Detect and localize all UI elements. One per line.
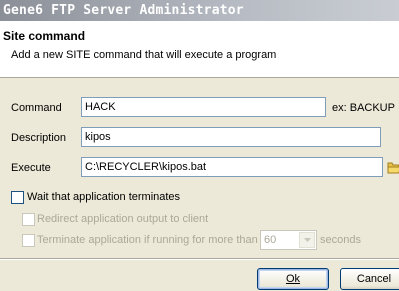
ok-button[interactable]: Ok <box>257 268 329 290</box>
wait-checkbox[interactable] <box>11 191 24 204</box>
ok-button-label: Ok <box>285 273 301 285</box>
execute-field[interactable]: C:\RECYCLER\kipos.bat <box>81 157 383 177</box>
window-titlebar[interactable]: Gene6 FTP Server Administrator <box>0 0 399 21</box>
timeout-value: 60 <box>264 234 277 246</box>
timeout-unit-label: seconds <box>320 234 361 246</box>
timeout-select[interactable]: 60 <box>260 230 317 250</box>
dialog-header-title: Site command <box>3 29 86 43</box>
command-example-hint: ex: BACKUP <box>332 102 395 114</box>
redirect-output-label[interactable]: Redirect application output to client <box>37 213 208 225</box>
command-label: Command <box>11 102 62 114</box>
redirect-output-checkbox[interactable] <box>22 213 35 226</box>
dialog-header: Site command Add a new SITE command that… <box>0 21 399 78</box>
button-separator <box>0 258 399 260</box>
terminate-checkbox[interactable] <box>22 234 35 247</box>
chevron-down-icon[interactable] <box>299 232 315 248</box>
wait-checkbox-label[interactable]: Wait that application terminates <box>27 191 180 203</box>
folder-icon[interactable] <box>387 158 399 176</box>
dialog-header-description: Add a new SITE command that will execute… <box>11 49 277 61</box>
description-label: Description <box>11 132 67 144</box>
cancel-button[interactable]: Cancel <box>340 268 399 290</box>
command-field[interactable]: HACK <box>81 97 326 117</box>
execute-label: Execute <box>11 162 51 174</box>
terminate-label[interactable]: Terminate application if running for mor… <box>37 234 258 246</box>
cancel-button-label: Cancel <box>356 273 392 285</box>
description-field[interactable]: kipos <box>81 127 381 147</box>
window-title: Gene6 FTP Server Administrator <box>3 3 244 18</box>
